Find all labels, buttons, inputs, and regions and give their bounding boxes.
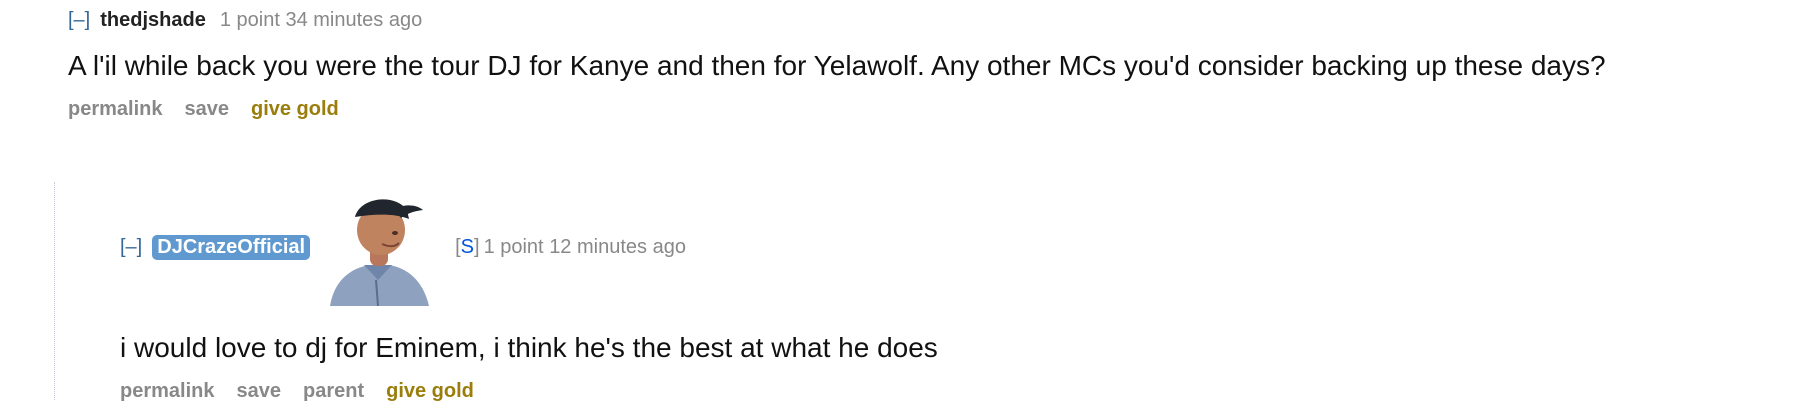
comment-score: 1 point (219, 9, 280, 31)
comment-time: 34 minutes ago (285, 9, 423, 31)
reply-tagline: [–] DJCrazeOfficial [S] 1 point 12 minut… (120, 188, 1780, 306)
submitter-close-bracket: ] (474, 235, 480, 258)
collapse-toggle[interactable]: [–] (68, 6, 90, 34)
comment-buttons: permalink save give gold (68, 98, 1788, 121)
comment-tagline: [–] thedjshade 1 point 34 minutes ago (68, 6, 1788, 34)
reply-comment: [–] DJCrazeOfficial [S] 1 point 12 minut… (120, 188, 1780, 403)
avatar-illustration (330, 199, 430, 306)
save-button[interactable]: save (184, 98, 229, 121)
permalink-button[interactable]: permalink (68, 98, 162, 121)
give-gold-button[interactable]: give gold (251, 98, 339, 121)
reply-time: 12 minutes ago (549, 235, 686, 258)
comment-body: A l'il while back you were the tour DJ f… (68, 50, 1606, 81)
reply-body: i would love to dj for Eminem, i think h… (120, 332, 938, 363)
user-photo-icon (322, 188, 437, 306)
reply-collapse-toggle[interactable]: [–] (120, 236, 142, 259)
submitter-tag: [S] (455, 236, 479, 259)
reply-author-badge[interactable]: DJCrazeOfficial (152, 234, 311, 260)
submitter-letter[interactable]: S (461, 236, 474, 258)
comment-author[interactable]: thedjshade (100, 6, 206, 34)
reply-score: 1 point (483, 235, 544, 258)
top-comment: [–] thedjshade 1 point 34 minutes ago A … (68, 6, 1788, 121)
child-thread-line (54, 182, 55, 400)
